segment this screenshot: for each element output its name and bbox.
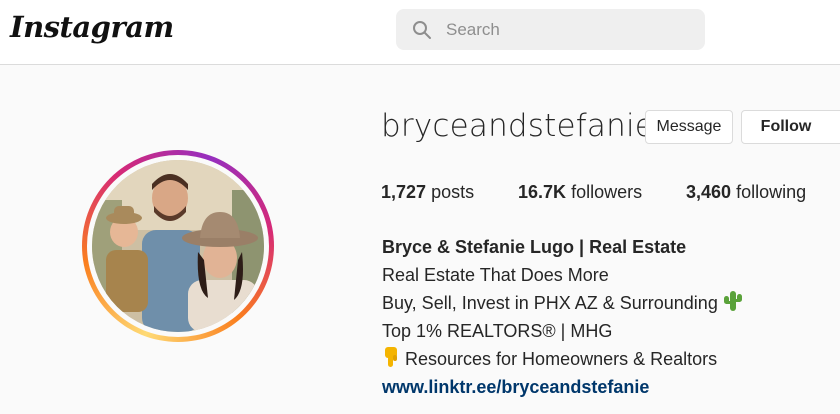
pointing-down-hand-icon: [385, 347, 397, 367]
bio-line: Buy, Sell, Invest in PHX AZ & Surroundin…: [382, 289, 743, 317]
profile-avatar-story-ring[interactable]: [82, 150, 274, 342]
avatar[interactable]: [92, 160, 264, 332]
cactus-icon: [723, 291, 742, 311]
following-stat[interactable]: 3,460 following: [686, 182, 806, 203]
posts-count: 1,727: [381, 182, 427, 202]
posts-label: posts: [431, 182, 475, 202]
profile-full-name: Bryce & Stefanie Lugo | Real Estate: [382, 237, 687, 257]
bio-line: Resources for Homeowners & Realtors: [382, 345, 743, 373]
bio-external-link[interactable]: www.linktr.ee/bryceandstefanie: [382, 373, 743, 401]
profile-username: bryceandstefanie: [381, 108, 655, 144]
search-box[interactable]: [396, 9, 705, 50]
bio-line: Real Estate That Does More: [382, 265, 609, 285]
follow-button[interactable]: Follow: [741, 110, 840, 144]
profile-bio: Bryce & Stefanie Lugo | Real Estate Real…: [382, 233, 743, 401]
followers-stat[interactable]: 16.7K followers: [518, 182, 642, 203]
bio-line: Top 1% REALTORS® | MHG: [382, 321, 613, 341]
instagram-logo[interactable]: Instagram: [10, 10, 174, 44]
following-label: following: [736, 182, 807, 202]
search-input[interactable]: [444, 17, 688, 43]
posts-stat: 1,727 posts: [381, 182, 474, 203]
search-icon: [413, 21, 431, 39]
message-button[interactable]: Message: [645, 110, 733, 144]
top-navigation-bar: Instagram: [0, 0, 840, 65]
family-photo: [92, 160, 264, 332]
following-count: 3,460: [686, 182, 732, 202]
followers-count: 16.7K: [518, 182, 567, 202]
followers-label: followers: [571, 182, 643, 202]
